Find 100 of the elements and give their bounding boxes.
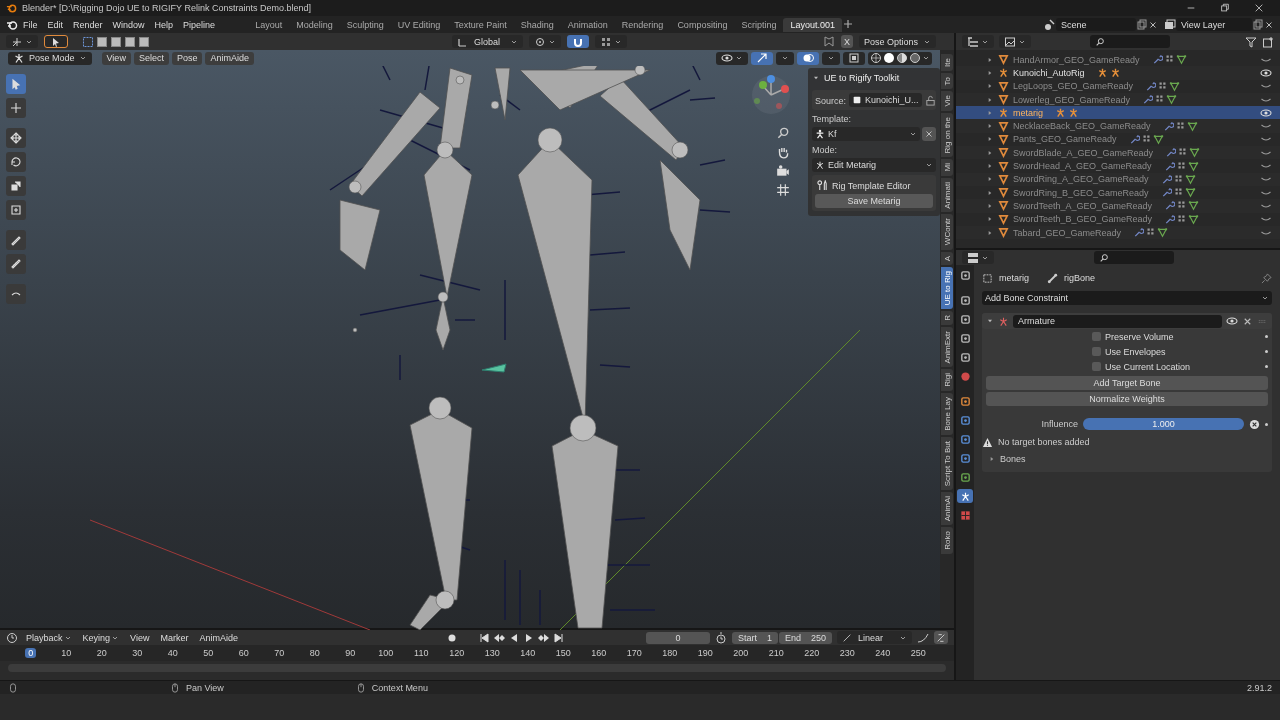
template-label: Template: xyxy=(812,113,853,124)
sidebar-tab[interactable]: AnimExtr xyxy=(941,326,953,368)
sidebar-tab[interactable]: Vie xyxy=(941,91,953,111)
frame-number: 70 xyxy=(273,648,286,658)
sidebar-tab[interactable]: Ite xyxy=(941,54,953,71)
sidebar-tab[interactable]: R xyxy=(941,311,953,325)
current-frame-field[interactable]: 0 xyxy=(645,631,710,644)
action-button[interactable]: Add Target Bone xyxy=(986,376,1268,390)
frame-number: 210 xyxy=(767,648,785,658)
frame-number: 160 xyxy=(590,648,608,658)
mirror-x-toggle[interactable]: X xyxy=(840,35,853,48)
breadcrumb-item: rigBone xyxy=(1064,273,1096,283)
start-frame-field[interactable]: Start 1 xyxy=(731,631,778,644)
pose-options-dropdown[interactable]: Pose Options xyxy=(858,35,936,48)
sidebar-tab[interactable]: WContr xyxy=(941,214,953,250)
menu-item[interactable]: Render xyxy=(68,19,108,30)
sidebar-tab[interactable]: Rig on the xyxy=(941,112,953,158)
sidebar-tab[interactable]: UE to Rig xyxy=(941,266,953,310)
workspace-tab[interactable]: Rendering xyxy=(614,17,671,32)
frame-number: 40 xyxy=(166,648,179,658)
header-menu[interactable]: Select xyxy=(133,51,169,65)
timeline-menu[interactable]: AnimAide xyxy=(196,632,241,643)
outliner-row[interactable]: HandArmor_GEO_GameReady xyxy=(956,53,1280,67)
workspace-tab[interactable]: Modeling xyxy=(289,17,340,32)
frame-number: 180 xyxy=(661,648,679,658)
timeline-menu[interactable]: Marker xyxy=(157,632,192,643)
sidebar-tab[interactable]: AnimAi xyxy=(941,492,953,526)
checkbox-label[interactable]: Preserve Volume xyxy=(1105,331,1174,342)
view-layer-field[interactable]: View Layer xyxy=(1176,18,1252,31)
breadcrumb-item: metarig xyxy=(999,273,1029,283)
sidebar-tab[interactable]: Script To But xyxy=(941,436,953,491)
workspace-tab[interactable]: UV Editing xyxy=(390,17,448,32)
status-hint: Pan View xyxy=(186,682,224,693)
sidebar-tab[interactable]: A xyxy=(941,251,953,265)
outliner-row[interactable]: SwordRing_B_GEO_GameReady xyxy=(956,185,1280,200)
header-menu[interactable]: AnimAide xyxy=(205,51,254,65)
window-title: Blender* [D:\Rigging Dojo UE to RIGIFY Relink Constraints Demo.blend] xyxy=(22,3,311,13)
template-dropdown[interactable]: Kf xyxy=(812,127,920,141)
influence-label: Influence xyxy=(1040,419,1078,429)
sidebar-tab[interactable]: Mi xyxy=(941,159,953,176)
frame-number: 10 xyxy=(60,648,73,658)
mode-dropdown[interactable]: Pose Mode xyxy=(8,51,92,65)
checkbox-label[interactable]: Use Current Location xyxy=(1105,361,1191,372)
workspace-tab[interactable]: Shading xyxy=(513,17,561,32)
save-metarig-button[interactable]: Save Metarig xyxy=(815,194,933,208)
frame-number: 220 xyxy=(803,648,821,658)
workspace-tab[interactable]: Sculpting xyxy=(339,17,391,32)
sidebar-tab[interactable]: Bone Lay xyxy=(941,393,953,435)
influence-slider[interactable]: 1.000 xyxy=(1083,418,1244,430)
panel-title: UE to Rigify Toolkit xyxy=(824,73,900,83)
header-menu[interactable]: View xyxy=(101,51,131,65)
workspace-tab[interactable]: Layout.001 xyxy=(783,17,842,32)
version-label: 2.91.2 xyxy=(1246,682,1272,693)
menu-item[interactable]: File xyxy=(18,19,43,30)
workspace-tab[interactable]: Scripting xyxy=(734,17,784,32)
outliner-row[interactable]: metarig xyxy=(956,106,1280,120)
sidebar-tab[interactable]: Roko xyxy=(941,527,953,555)
workspace-tab[interactable]: Texture Paint xyxy=(447,17,514,32)
frame-number: 100 xyxy=(377,648,395,658)
action-button[interactable]: Normalize Weights xyxy=(986,392,1268,406)
frame-number: 200 xyxy=(732,648,750,658)
interpolation-dropdown[interactable]: Linear xyxy=(836,631,912,644)
warning-message: No target bones added xyxy=(998,437,1090,447)
constraint-name-field[interactable]: Armature xyxy=(1013,314,1222,328)
outliner-row[interactable]: LegLoops_GEO_GameReady xyxy=(956,79,1280,93)
timeline-menu[interactable]: View xyxy=(127,632,153,643)
frame-number: 240 xyxy=(874,648,892,658)
source-field[interactable]: Kunoichi_U... xyxy=(849,93,922,107)
frame-number: 0 xyxy=(25,648,37,658)
end-frame-field[interactable]: End 250 xyxy=(778,631,832,644)
workspace-tab[interactable]: Compositing xyxy=(670,17,735,32)
frame-number: 50 xyxy=(202,648,215,658)
outliner-row[interactable]: SwordTeeth_B_GEO_GameReady xyxy=(956,212,1280,226)
outliner-row[interactable]: Pants_GEO_GameReady xyxy=(956,132,1280,147)
sidebar-tab[interactable]: Animati xyxy=(941,177,953,213)
workspace-tab[interactable]: Animation xyxy=(560,17,615,32)
frame-number: 170 xyxy=(625,648,643,658)
orientation-dropdown[interactable]: Global xyxy=(452,35,523,48)
menu-item[interactable]: Window xyxy=(107,19,150,30)
menu-item[interactable]: Help xyxy=(149,19,179,30)
sidebar-tab[interactable]: To xyxy=(941,72,953,90)
frame-number: 90 xyxy=(344,648,357,658)
timeline-menu[interactable]: Playback xyxy=(23,632,75,643)
outliner-row[interactable]: SwordHead_A_GEO_GameReady xyxy=(956,159,1280,173)
status-hint: Context Menu xyxy=(371,682,428,693)
source-label: Source: xyxy=(815,94,847,106)
frame-number: 150 xyxy=(554,648,572,658)
checkbox-label[interactable]: Use Envelopes xyxy=(1105,346,1166,357)
menu-item[interactable]: Edit xyxy=(42,19,69,30)
timeline-menu[interactable]: Keying xyxy=(79,632,123,643)
header-menu[interactable]: Pose xyxy=(171,51,203,65)
scene-field[interactable]: Scene xyxy=(1056,18,1136,31)
mode-dropdown[interactable]: Edit Metarig xyxy=(812,158,936,172)
sidebar-tab[interactable]: Rigi xyxy=(941,369,953,392)
bones-subpanel[interactable]: Bones xyxy=(982,450,1272,468)
workspace-tab[interactable]: Layout xyxy=(248,17,290,32)
frame-number: 190 xyxy=(696,648,714,658)
frame-number: 230 xyxy=(838,648,856,658)
menu-item[interactable]: Pipeline xyxy=(178,19,221,30)
add-constraint-dropdown[interactable]: Add Bone Constraint xyxy=(982,291,1272,305)
